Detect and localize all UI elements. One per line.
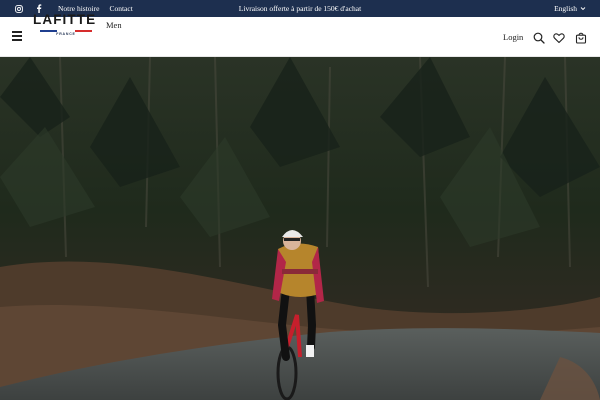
hero-banner[interactable] [0,57,600,400]
heart-icon[interactable] [553,31,565,44]
nav-link-contact[interactable]: Contact [109,4,132,13]
logo-subtitle: FRANCE [56,32,76,36]
hero-image-cyclist [0,57,600,400]
site-header: LAFITTE FRANCE Men Login [0,13,600,57]
search-icon[interactable] [533,31,545,44]
nav-link-men[interactable]: Men [106,20,122,30]
logo-wordmark: LAFITTE [33,12,97,27]
shopping-bag-icon[interactable] [575,31,587,44]
language-selector[interactable]: English [554,0,586,17]
language-label: English [554,4,577,13]
hamburger-menu-icon[interactable] [12,31,24,41]
instagram-icon[interactable] [14,4,24,14]
login-link[interactable]: Login [503,32,523,42]
site-logo[interactable]: LAFITTE FRANCE [33,12,99,37]
chevron-down-icon [580,4,586,13]
